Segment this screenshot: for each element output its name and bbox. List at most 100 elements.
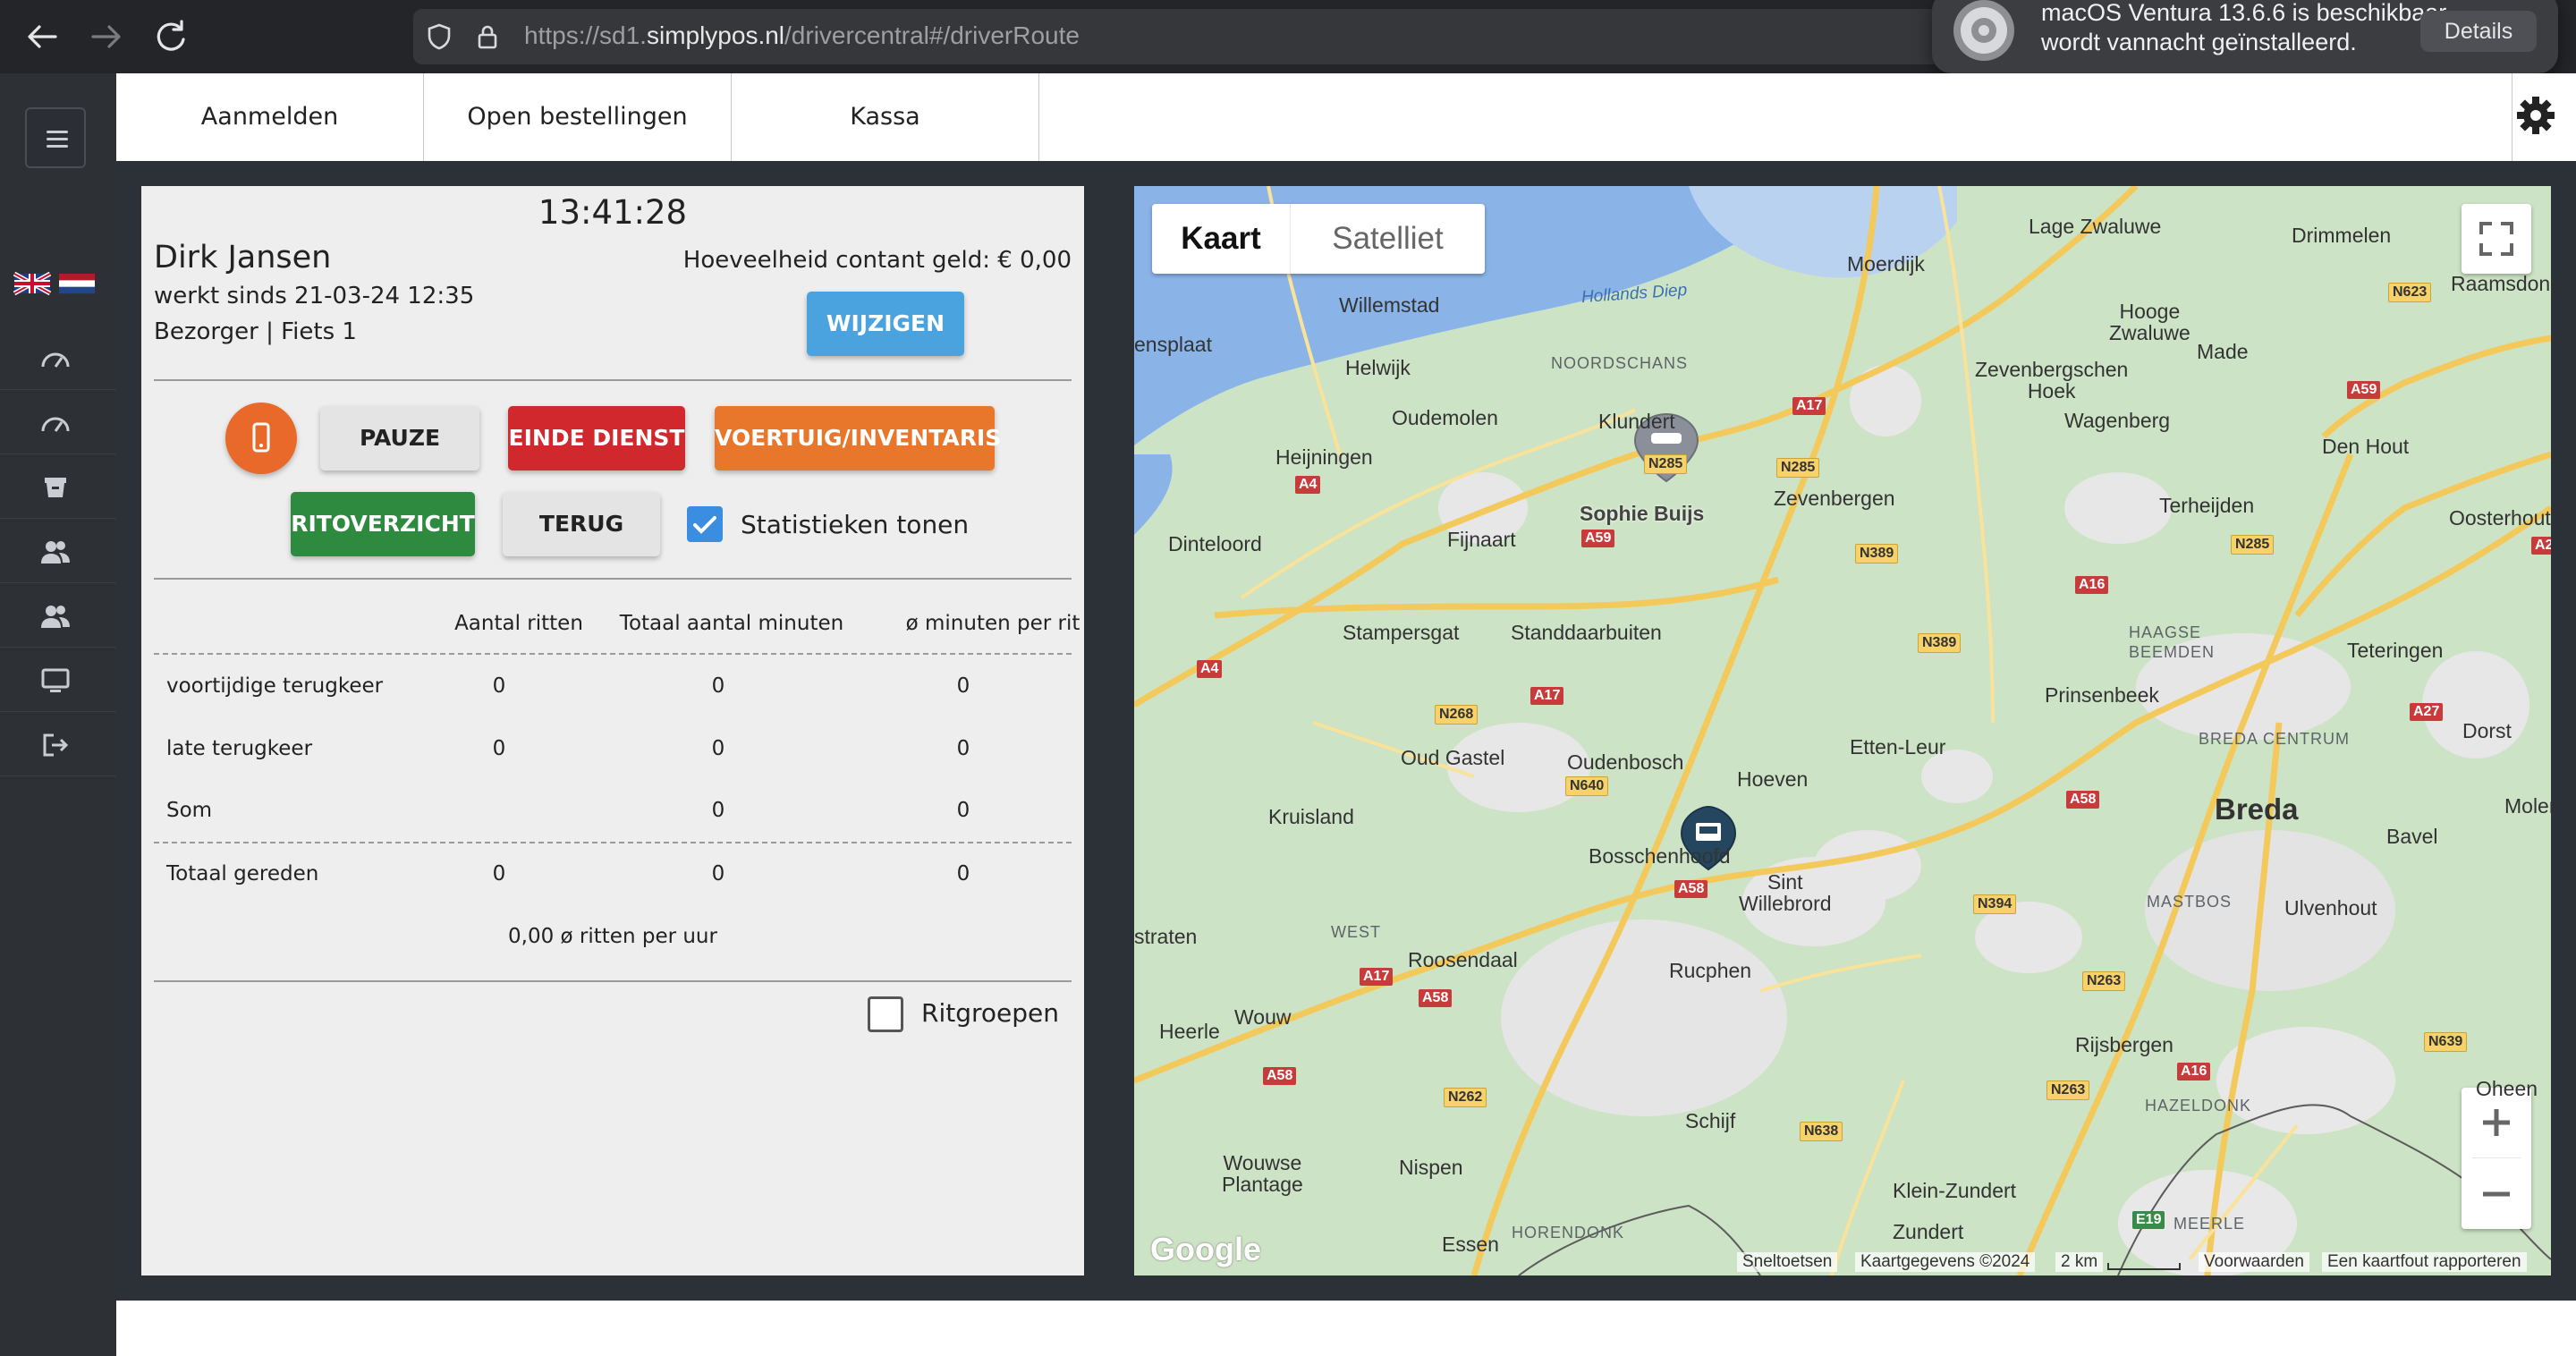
row-label: late terugkeer xyxy=(166,737,313,760)
map-district-label: WEST xyxy=(1331,923,1381,941)
road-shield: A58 xyxy=(1674,880,1708,898)
ritoverzicht-button[interactable]: RITOVERZICHT xyxy=(291,492,475,556)
sidebar-item-drivers[interactable] xyxy=(0,583,116,648)
road-shield: A58 xyxy=(2066,791,2100,809)
sidebar-item-orders[interactable] xyxy=(0,454,116,519)
notification-line-1: macOS Ventura 13.6.6 is beschikbaar xyxy=(2041,0,2447,26)
header-aantal-ritten: Aantal ritten xyxy=(454,612,583,635)
map-label: Stampersgat xyxy=(1343,621,1460,644)
notification-details-button[interactable]: Details xyxy=(2420,11,2537,52)
map-label: Oudemolen xyxy=(1392,406,1498,429)
tab-aanmelden[interactable]: Aanmelden xyxy=(116,73,424,161)
road-shield: N389 xyxy=(1855,544,1899,564)
map-district-label: HORENDONK xyxy=(1512,1224,1625,1242)
map-attribution: Sneltoetsen Kaartgegevens ©2024 2 km Voo… xyxy=(1134,1250,2551,1275)
map-label: Etten-Leur xyxy=(1850,735,1946,759)
header-totaal-minuten: Totaal aantal minuten xyxy=(619,612,844,635)
fullscreen-button[interactable] xyxy=(2462,204,2531,274)
sidebar-item-dashboard-2[interactable] xyxy=(0,390,116,454)
cell-minuten: 0 xyxy=(711,674,725,698)
cell-gemiddeld: 0 xyxy=(956,862,970,886)
map-label: Wouwse Plantage xyxy=(1222,1151,1303,1196)
settings-gear-icon xyxy=(1953,0,2014,61)
speedometer-icon xyxy=(41,417,70,432)
map-label: Dinteloord xyxy=(1168,532,1262,555)
menu-toggle-button[interactable] xyxy=(25,107,86,168)
sidebar-item-display[interactable] xyxy=(0,648,116,712)
road-shield: A59 xyxy=(2347,381,2381,399)
map-district-label: HAZELDONK xyxy=(2145,1097,2252,1114)
map-city-label: Breda xyxy=(2215,792,2299,826)
pauze-button[interactable]: PAUZE xyxy=(320,406,479,470)
terug-button[interactable]: TERUG xyxy=(503,492,660,556)
road-shield: N389 xyxy=(1918,633,1962,653)
zoom-out-icon[interactable] xyxy=(2462,1159,2531,1229)
road-shield: A58 xyxy=(1263,1067,1297,1085)
tab-kassa[interactable]: Kassa xyxy=(732,73,1039,161)
footer-bar xyxy=(116,1301,2576,1356)
archive-icon xyxy=(45,478,66,497)
einde-dienst-button[interactable]: EINDE DIENST xyxy=(508,406,685,470)
tab-open-bestellingen[interactable]: Open bestellingen xyxy=(424,73,732,161)
road-shield: A16 xyxy=(2075,576,2109,594)
phone-button[interactable] xyxy=(225,403,297,474)
system-notification[interactable]: macOS Ventura 13.6.6 is beschikbaar word… xyxy=(1932,0,2558,73)
row-label: voortijdige terugkeer xyxy=(166,674,384,698)
wijzigen-button[interactable]: WIJZIGEN xyxy=(807,292,964,356)
notification-text: macOS Ventura 13.6.6 is beschikbaar word… xyxy=(2041,0,2446,57)
attribution-shortcuts[interactable]: Sneltoetsen xyxy=(1737,1252,1838,1272)
scale-bar xyxy=(2107,1263,2181,1270)
driver-since: werkt sinds 21-03-24 12:35 xyxy=(154,283,475,309)
gear-icon[interactable] xyxy=(2513,93,2558,138)
url-text: https://sd1.simplypos.nl/drivercentral#/… xyxy=(524,21,1080,50)
map-label: Den Hout xyxy=(2322,435,2410,458)
cell-minuten: 0 xyxy=(711,862,725,886)
map-label: Zevenbergschen Hoek xyxy=(1975,358,2129,403)
road-shield: A4 xyxy=(1197,660,1223,678)
map-label: Hoeven xyxy=(1737,767,1809,791)
sidebar-item-logout[interactable] xyxy=(0,712,116,776)
map-district-label: MEERLE xyxy=(2174,1215,2246,1233)
divider xyxy=(154,379,1072,381)
ritgroepen-checkbox[interactable] xyxy=(868,996,903,1032)
url-domain: simplypos.nl xyxy=(646,21,785,49)
sidebar-item-dashboard[interactable] xyxy=(0,326,116,390)
address-bar[interactable]: https://sd1.simplypos.nl/drivercentral#/… xyxy=(413,9,2005,64)
map-label: Bosschenhoofd xyxy=(1589,844,1731,868)
road-shield: N285 xyxy=(1776,458,1820,478)
statistieken-checkbox[interactable] xyxy=(687,506,723,542)
tab-kaart[interactable]: Kaart xyxy=(1152,204,1290,274)
driver-panel: 13:41:28 Dirk Jansen werkt sinds 21-03-2… xyxy=(141,186,1084,1275)
driver-name: Dirk Jansen xyxy=(154,240,332,275)
uk-flag-icon[interactable] xyxy=(13,272,52,295)
nl-flag-icon[interactable] xyxy=(59,274,95,294)
phone-icon xyxy=(252,422,270,453)
back-arrow-icon[interactable] xyxy=(20,14,64,59)
lock-icon[interactable] xyxy=(472,21,503,52)
row-label: Totaal gereden xyxy=(166,862,319,886)
map-label: Oud Gastel xyxy=(1401,746,1505,769)
url-prefix: https://sd1. xyxy=(524,21,647,49)
reload-icon[interactable] xyxy=(148,14,193,59)
forward-arrow-icon[interactable] xyxy=(84,14,129,59)
sidebar-item-users[interactable] xyxy=(0,519,116,583)
map-district-label: HAAGSE BEEMDEN xyxy=(2129,623,2216,661)
cell-ritten: 0 xyxy=(492,862,506,886)
monitor-icon xyxy=(41,668,70,692)
tab-satelliet[interactable]: Satelliet xyxy=(1291,204,1485,274)
voertuig-inventaris-button[interactable]: VOERTUIG/INVENTARIS xyxy=(715,406,1001,470)
map-label: Oudenbosch xyxy=(1567,750,1684,774)
road-shield: E19 xyxy=(2132,1211,2165,1229)
map-label: Hooge Zwaluwe xyxy=(2109,300,2190,344)
attribution-terms[interactable]: Voorwaarden xyxy=(2199,1252,2309,1272)
map-label: Lage Zwaluwe xyxy=(2029,215,2162,238)
road-shield: A2 xyxy=(2531,537,2551,555)
clock: 13:41:28 xyxy=(538,193,688,232)
road-shield: A59 xyxy=(1581,530,1615,547)
shield-icon[interactable] xyxy=(424,21,454,52)
cell-ritten: 0 xyxy=(492,737,506,760)
attribution-report-error[interactable]: Een kaartfout rapporteren xyxy=(2322,1252,2527,1272)
map-label: Heerle xyxy=(1159,1020,1220,1043)
route-map[interactable]: Kaart Satelliet Lage Zwaluwe Drimmelen R… xyxy=(1134,186,2551,1275)
cash-amount-label: Hoeveelheid contant geld: € 0,00 xyxy=(682,247,1072,274)
